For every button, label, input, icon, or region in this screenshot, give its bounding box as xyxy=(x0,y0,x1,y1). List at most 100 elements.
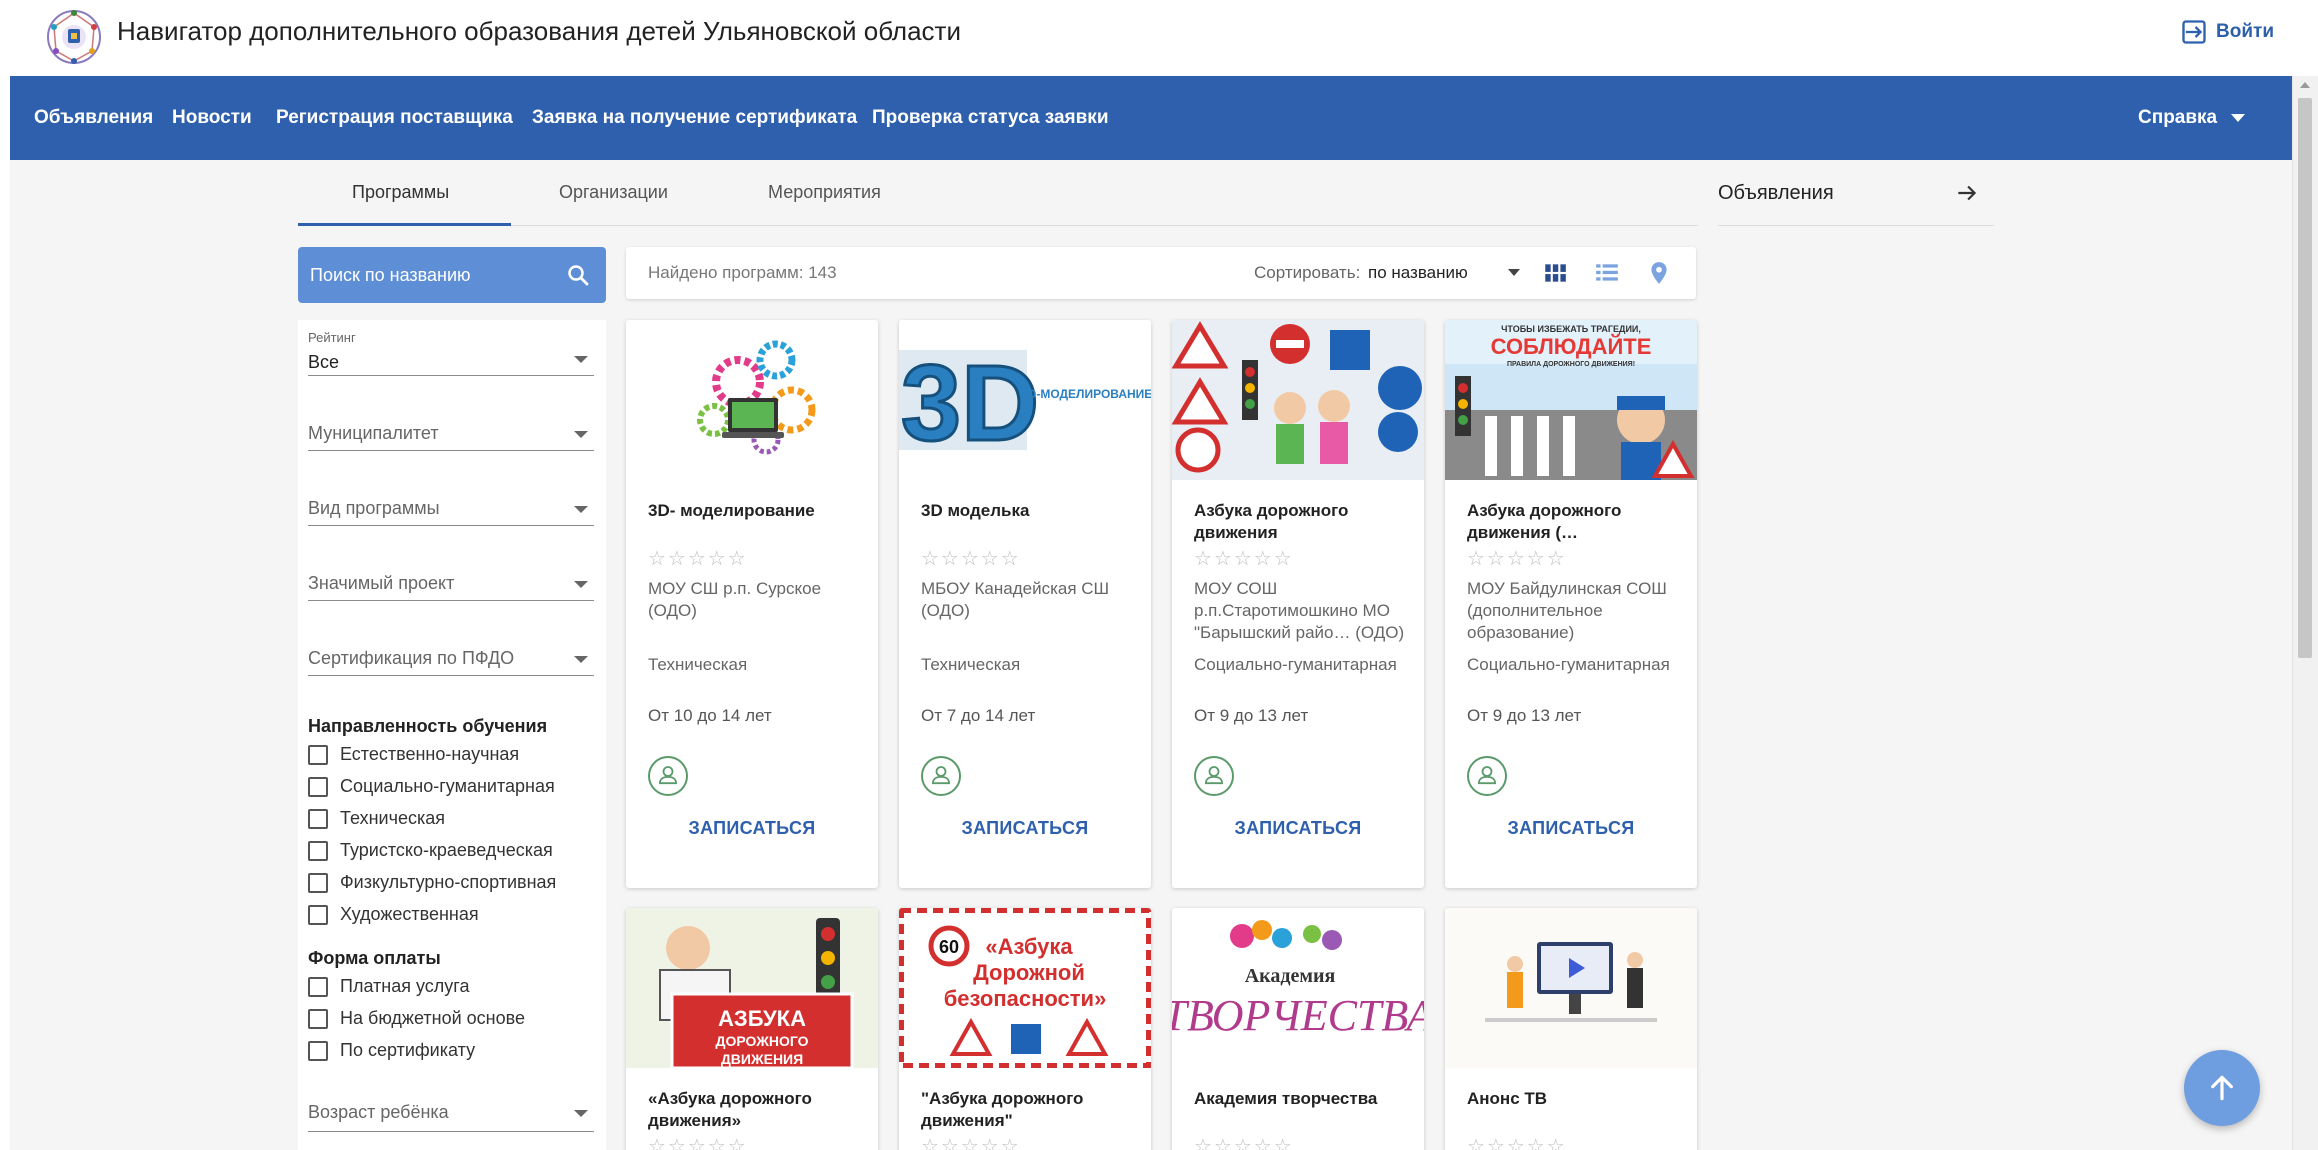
checkbox[interactable] xyxy=(308,976,328,997)
payment-option[interactable]: Платная услуга xyxy=(308,976,469,997)
municipality-label: Муниципалитет xyxy=(308,423,439,443)
checkbox[interactable] xyxy=(308,872,328,893)
program-card[interactable]: 3D- моделирование ☆☆☆☆☆ МОУ СШ р.п. Сурс… xyxy=(626,320,878,888)
enroll-button[interactable]: ЗАПИСАТЬСЯ xyxy=(626,818,878,839)
direction-option-label: Техническая xyxy=(340,808,446,828)
program-title[interactable]: Анонс ТВ xyxy=(1467,1088,1687,1110)
enroll-button[interactable]: ЗАПИСАТЬСЯ xyxy=(1445,818,1697,839)
direction-option[interactable]: Социально-гуманитарная xyxy=(308,776,555,797)
rating-stars: ☆☆☆☆☆ xyxy=(1467,548,1567,570)
checkbox[interactable] xyxy=(308,840,328,861)
direction-option-label: Естественно-научная xyxy=(340,744,520,764)
program-title[interactable]: "Азбука дорожного движения" xyxy=(921,1088,1141,1132)
significant-project-select[interactable]: Значимый проект xyxy=(308,549,594,601)
checkbox[interactable] xyxy=(308,776,328,797)
chevron-down-icon[interactable] xyxy=(1508,269,1520,276)
nav-item-provider-registration[interactable]: Регистрация поставщика xyxy=(276,107,513,129)
page-scrollbar[interactable] xyxy=(2292,76,2318,1150)
login-button[interactable]: Войти xyxy=(2180,18,2274,46)
rating-select[interactable]: Рейтинг Все xyxy=(308,324,594,376)
program-image[interactable]: ЧТОБЫ ИЗБЕЖАТЬ ТРАГЕДИИ, СОБЛЮДАЙТЕ ПРАВ… xyxy=(1445,320,1697,480)
program-title[interactable]: Азбука дорожного движения (… xyxy=(1467,500,1687,544)
child-age-label: Возраст ребёнка xyxy=(308,1102,449,1122)
scroll-thumb[interactable] xyxy=(2298,98,2312,658)
arrow-up-icon xyxy=(2211,1075,2233,1101)
program-age: От 9 до 13 лет xyxy=(1194,706,1309,725)
program-image[interactable]: АЗБУКА ДОРОЖНОГО ДВИЖЕНИЯ xyxy=(626,908,878,1068)
certification-select[interactable]: Сертификация по ПФДО xyxy=(308,624,594,676)
program-card[interactable]: Академия ТВОРЧЕСТВА Академия творчества … xyxy=(1172,908,1424,1150)
payment-option[interactable]: По сертификату xyxy=(308,1040,475,1061)
search-icon[interactable] xyxy=(566,263,590,287)
payment-option[interactable]: На бюджетной основе xyxy=(308,1008,525,1029)
program-type-select[interactable]: Вид программы xyxy=(308,474,594,526)
program-title[interactable]: 3D- моделирование xyxy=(648,500,868,522)
map-pin-icon[interactable] xyxy=(1646,260,1672,286)
program-title[interactable]: Академия творчества xyxy=(1194,1088,1414,1110)
direction-option[interactable]: Техническая xyxy=(308,808,445,829)
nav-item-certificate-request[interactable]: Заявка на получение сертификата xyxy=(532,107,857,129)
checkbox[interactable] xyxy=(308,808,328,829)
scroll-to-top-button[interactable] xyxy=(2184,1050,2260,1126)
tab-events[interactable]: Мероприятия xyxy=(768,182,881,203)
program-card[interactable]: Анонс ТВ ☆☆☆☆☆ xyxy=(1445,908,1697,1150)
grid-view-icon[interactable] xyxy=(1542,260,1568,286)
list-view-icon[interactable] xyxy=(1594,260,1620,286)
program-direction: Социально-гуманитарная xyxy=(1194,655,1397,674)
program-card[interactable]: ЧТОБЫ ИЗБЕЖАТЬ ТРАГЕДИИ, СОБЛЮДАЙТЕ ПРАВ… xyxy=(1445,320,1697,888)
scroll-up-icon[interactable] xyxy=(2300,82,2310,88)
search-input[interactable]: Поиск по названию xyxy=(298,247,606,303)
chevron-down-icon xyxy=(574,356,588,363)
nav-item-announcements[interactable]: Объявления xyxy=(34,107,153,129)
program-image[interactable]: 3D 3D-МОДЕЛИРОВАНИЕ xyxy=(899,320,1151,480)
site-title: Навигатор дополнительного образования де… xyxy=(117,16,961,46)
program-image[interactable] xyxy=(626,320,878,480)
program-card[interactable]: АЗБУКА ДОРОЖНОГО ДВИЖЕНИЯ «Азбука дорожн… xyxy=(626,908,878,1150)
checkbox[interactable] xyxy=(308,1040,328,1061)
program-card[interactable]: 60 «Азбука Дорожной безопасности» "Азбук… xyxy=(899,908,1151,1150)
rating-label: Рейтинг xyxy=(308,330,356,345)
program-card[interactable]: 3D 3D-МОДЕЛИРОВАНИЕ 3D моделька ☆☆☆☆☆ МБ… xyxy=(899,320,1151,888)
checkbox[interactable] xyxy=(308,904,328,925)
user-icon[interactable] xyxy=(1194,756,1234,796)
enroll-button[interactable]: ЗАПИСАТЬСЯ xyxy=(899,818,1151,839)
program-card[interactable]: Азбука дорожного движения ☆☆☆☆☆ МОУ СОШ … xyxy=(1172,320,1424,888)
image-caption-3: ДВИЖЕНИЯ xyxy=(721,1051,803,1067)
user-icon[interactable] xyxy=(1467,756,1507,796)
direction-option[interactable]: Физкультурно-спортивная xyxy=(308,872,556,893)
rating-stars: ☆☆☆☆☆ xyxy=(921,548,1021,570)
user-icon[interactable] xyxy=(648,756,688,796)
nav-help-menu[interactable]: Справка xyxy=(2138,107,2246,129)
arrow-right-icon[interactable] xyxy=(1954,180,1980,206)
program-title[interactable]: 3D моделька xyxy=(921,500,1141,522)
program-title[interactable]: «Азбука дорожного движения» xyxy=(648,1088,868,1132)
tab-programs[interactable]: Программы xyxy=(352,182,449,203)
program-direction: Техническая xyxy=(648,655,748,674)
direction-option[interactable]: Художественная xyxy=(308,904,479,925)
nav-item-check-status[interactable]: Проверка статуса заявки xyxy=(872,107,1109,129)
child-age-select[interactable]: Возраст ребёнка xyxy=(308,1080,594,1132)
program-image[interactable] xyxy=(1172,320,1424,480)
checkbox[interactable] xyxy=(308,1008,328,1029)
payment-group-title: Форма оплаты xyxy=(308,948,441,968)
direction-group-title: Направленность обучения xyxy=(308,716,548,736)
municipality-select[interactable]: Муниципалитет xyxy=(308,399,594,451)
program-image[interactable] xyxy=(1445,908,1697,1068)
program-title[interactable]: Азбука дорожного движения xyxy=(1194,500,1414,544)
direction-option[interactable]: Туристско-краеведческая xyxy=(308,840,553,861)
program-organization: МОУ СШ р.п. Сурское (ОДО) xyxy=(648,579,822,620)
nav-item-news[interactable]: Новости xyxy=(172,107,252,129)
program-image[interactable]: Академия ТВОРЧЕСТВА xyxy=(1172,908,1424,1068)
direction-option[interactable]: Естественно-научная xyxy=(308,744,519,765)
program-image[interactable]: 60 «Азбука Дорожной безопасности» xyxy=(899,908,1151,1068)
sort-select[interactable]: по названию xyxy=(1368,263,1468,283)
enroll-button[interactable]: ЗАПИСАТЬСЯ xyxy=(1172,818,1424,839)
image-sign: 60 xyxy=(939,937,959,957)
tab-organizations[interactable]: Организации xyxy=(559,182,668,203)
rating-stars: ☆☆☆☆☆ xyxy=(1467,1136,1567,1150)
site-logo[interactable] xyxy=(42,5,106,69)
user-icon[interactable] xyxy=(921,756,961,796)
program-age: От 7 до 14 лет xyxy=(921,706,1036,725)
checkbox[interactable] xyxy=(308,744,328,765)
direction-option-label: Физкультурно-спортивная xyxy=(340,872,557,892)
